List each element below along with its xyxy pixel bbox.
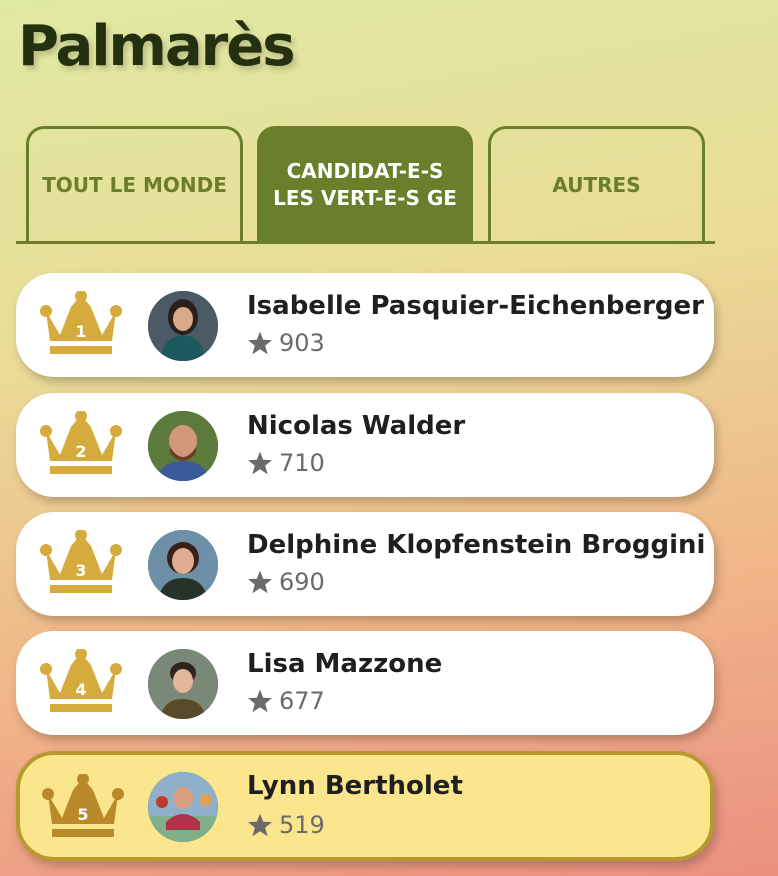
score-value: 519 bbox=[279, 811, 325, 839]
tab-autres[interactable]: AUTRES bbox=[488, 126, 705, 241]
rank-number: 5 bbox=[77, 805, 88, 824]
avatar bbox=[148, 411, 218, 481]
score-value: 690 bbox=[279, 568, 325, 596]
candidate-name: Lisa Mazzone bbox=[247, 649, 443, 679]
avatar bbox=[148, 772, 218, 842]
rank-number: 2 bbox=[75, 442, 86, 461]
score: 903 bbox=[247, 329, 325, 357]
score: 519 bbox=[247, 811, 325, 839]
page-title: Palmarès bbox=[18, 14, 296, 79]
candidate-name: Delphine Klopfenstein Broggini bbox=[247, 530, 706, 560]
score: 677 bbox=[247, 687, 325, 715]
rank-number: 3 bbox=[75, 561, 86, 580]
star-icon bbox=[248, 331, 272, 355]
crown-icon: 5 bbox=[42, 774, 124, 837]
tab-bar: TOUT LE MONDE CANDIDAT-E-S LES VERT-E-S … bbox=[16, 126, 715, 244]
ranking-row[interactable]: 1 Isabelle Pasquier-Eichenberger 903 bbox=[16, 273, 714, 377]
score-value: 677 bbox=[279, 687, 325, 715]
crown-icon: 2 bbox=[40, 411, 122, 474]
crown-icon: 1 bbox=[40, 291, 122, 354]
avatar bbox=[148, 291, 218, 361]
rank-number: 1 bbox=[75, 322, 86, 341]
candidate-name: Nicolas Walder bbox=[247, 411, 466, 441]
star-icon bbox=[248, 689, 272, 713]
rank-number: 4 bbox=[75, 680, 86, 699]
star-icon bbox=[248, 570, 272, 594]
crown-icon: 3 bbox=[40, 530, 122, 593]
candidate-name: Lynn Bertholet bbox=[247, 771, 463, 801]
score-value: 903 bbox=[279, 329, 325, 357]
avatar bbox=[148, 649, 218, 719]
star-icon bbox=[248, 451, 272, 475]
tab-candidat-e-s-les-vert-e-s-ge[interactable]: CANDIDAT-E-S LES VERT-E-S GE bbox=[257, 126, 473, 241]
ranking-row[interactable]: 2 Nicolas Walder 710 bbox=[16, 393, 714, 497]
score: 690 bbox=[247, 568, 325, 596]
tab-underline bbox=[16, 241, 715, 244]
tab-tout-le-monde[interactable]: TOUT LE MONDE bbox=[26, 126, 243, 241]
crown-icon: 4 bbox=[40, 649, 122, 712]
ranking-row[interactable]: 3 Delphine Klopfenstein Broggini 690 bbox=[16, 512, 714, 616]
avatar bbox=[148, 530, 218, 600]
candidate-name: Isabelle Pasquier-Eichenberger bbox=[247, 291, 704, 321]
star-icon bbox=[248, 813, 272, 837]
score: 710 bbox=[247, 449, 325, 477]
score-value: 710 bbox=[279, 449, 325, 477]
ranking-row-highlighted[interactable]: 5 Lynn Bertholet 519 bbox=[16, 751, 714, 861]
ranking-row[interactable]: 4 Lisa Mazzone 677 bbox=[16, 631, 714, 735]
